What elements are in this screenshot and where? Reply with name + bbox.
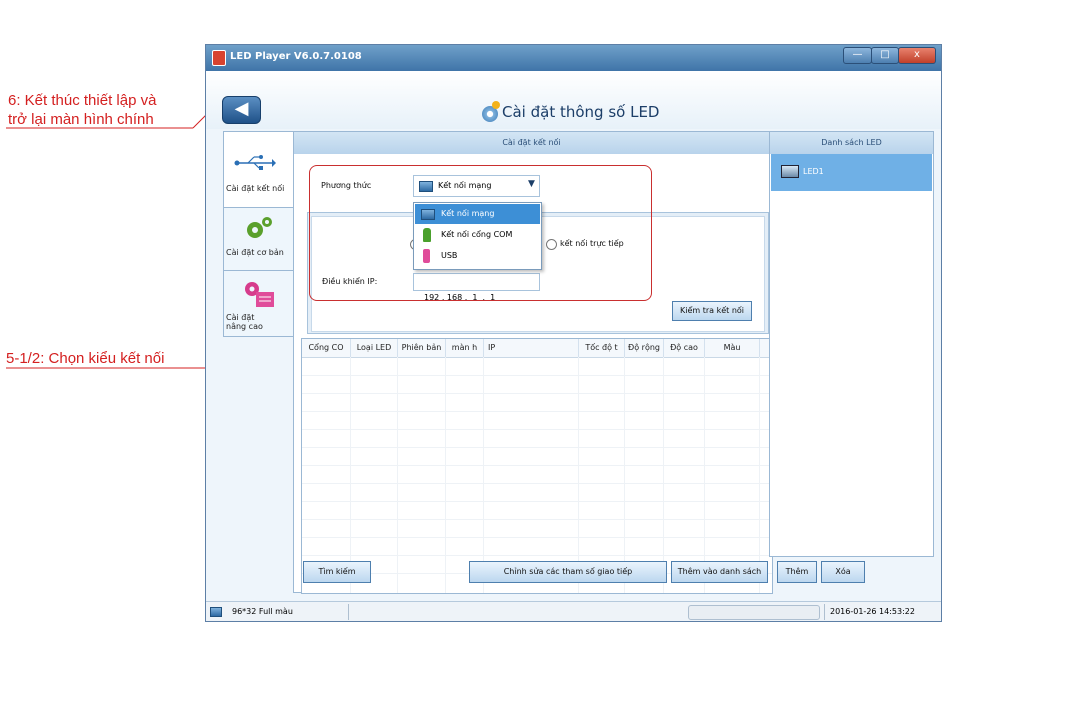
- led-list-panel: Danh sách LED LED1: [769, 131, 934, 557]
- col-port[interactable]: Cổng CO: [302, 339, 351, 357]
- settings-spark-icon: [492, 101, 500, 109]
- grid-row: [302, 555, 772, 556]
- nav-connection-settings[interactable]: Cài đặt kết nối: [223, 131, 296, 208]
- usb-icon: [234, 155, 276, 170]
- grid-row: [302, 375, 772, 376]
- highlight-connection-area: [309, 165, 652, 301]
- grid-row: [302, 483, 772, 484]
- grid-row: [302, 429, 772, 430]
- maximize-button[interactable]: □: [871, 47, 899, 64]
- col-height[interactable]: Độ cao: [664, 339, 705, 357]
- progress-bar: [688, 605, 820, 620]
- grid-row: [302, 537, 772, 538]
- advanced-settings-icon: [245, 282, 274, 307]
- grid-col: [624, 357, 625, 593]
- screen-info: 96*32 Full màu: [232, 607, 293, 616]
- back-button[interactable]: ◀: [222, 96, 261, 124]
- col-led-type[interactable]: Loại LED: [351, 339, 398, 357]
- add-to-list-button[interactable]: Thêm vào danh sách: [671, 561, 768, 583]
- app-icon: [212, 50, 226, 66]
- title-bar[interactable]: LED Player V6.0.7.0108 — □ x: [206, 45, 941, 71]
- grid-col: [445, 357, 446, 593]
- status-bar: 96*32 Full màu 2016-01-26 14:53:22: [206, 601, 941, 621]
- grid-col: [663, 357, 664, 593]
- nav-connection-label: Cài đặt kết nối: [226, 184, 285, 193]
- network-status-icon: [210, 607, 222, 617]
- window-title: LED Player V6.0.7.0108: [230, 51, 362, 62]
- header-divider: [302, 357, 772, 358]
- nav-advanced-settings[interactable]: Cài đặt nâng cao: [223, 270, 295, 337]
- grid-col: [350, 357, 351, 593]
- status-separator: [348, 604, 349, 620]
- grid-col: [759, 357, 760, 593]
- add-button[interactable]: Thêm: [777, 561, 817, 583]
- grid-row: [302, 519, 772, 520]
- col-screen[interactable]: màn h: [446, 339, 484, 357]
- col-width[interactable]: Độ rộng: [625, 339, 664, 357]
- led-list-title: Danh sách LED: [770, 132, 933, 154]
- page-title: Cài đặt thông số LED: [502, 103, 660, 121]
- gears-icon: [247, 217, 272, 238]
- grid-col: [578, 357, 579, 593]
- minimize-button[interactable]: —: [843, 47, 872, 64]
- panel-title: Cài đặt kết nối: [294, 132, 769, 154]
- col-version[interactable]: Phiên bản: [398, 339, 446, 357]
- grid-col: [704, 357, 705, 593]
- app-window: LED Player V6.0.7.0108 — □ x ◀ Cài đặt t…: [205, 44, 942, 622]
- grid-row: [302, 465, 772, 466]
- controller-table: Cổng CO Loại LED Phiên bản màn h IP Tốc …: [301, 338, 773, 594]
- back-arrow-icon: ◀: [234, 98, 249, 119]
- status-separator: [824, 604, 825, 620]
- grid-col: [483, 357, 484, 593]
- monitor-icon: [781, 165, 799, 178]
- delete-button[interactable]: Xóa: [821, 561, 865, 583]
- close-button[interactable]: x: [898, 47, 936, 64]
- grid-row: [302, 501, 772, 502]
- nav-advanced-label: Cài đặt nâng cao: [226, 313, 263, 331]
- nav-basic-label: Cài đặt cơ bản: [226, 248, 284, 257]
- status-datetime: 2016-01-26 14:53:22: [830, 607, 915, 616]
- col-speed[interactable]: Tốc độ t: [579, 339, 625, 357]
- grid-row: [302, 447, 772, 448]
- led-list-item[interactable]: LED1: [771, 154, 932, 191]
- search-button[interactable]: Tìm kiếm: [303, 561, 371, 583]
- led-item-label: LED1: [803, 167, 824, 176]
- grid-col: [397, 357, 398, 593]
- check-connection-button[interactable]: Kiểm tra kết nối: [672, 301, 752, 321]
- col-ip[interactable]: IP: [484, 339, 579, 357]
- grid-row: [302, 393, 772, 394]
- nav-basic-settings[interactable]: Cài đặt cơ bản: [223, 207, 295, 271]
- col-color[interactable]: Màu: [705, 339, 760, 357]
- grid-row: [302, 411, 772, 412]
- page-header: ◀ Cài đặt thông số LED: [206, 71, 941, 129]
- edit-params-button[interactable]: Chỉnh sửa các tham số giao tiếp: [469, 561, 667, 583]
